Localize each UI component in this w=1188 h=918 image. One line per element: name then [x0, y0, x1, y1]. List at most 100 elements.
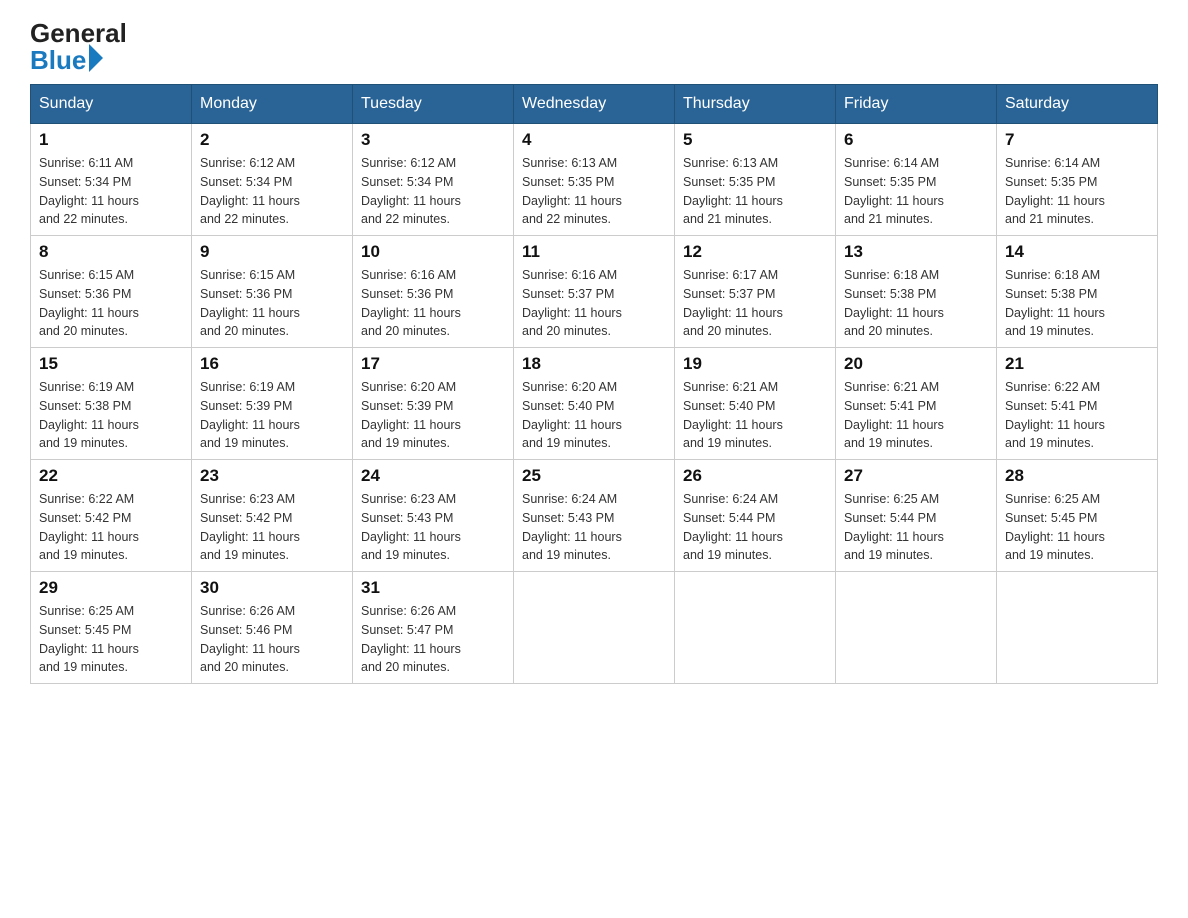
calendar-cell: 17 Sunrise: 6:20 AM Sunset: 5:39 PM Dayl… [353, 348, 514, 460]
calendar-header: Sunday Monday Tuesday Wednesday Thursday… [31, 85, 1158, 124]
calendar-week-row: 1 Sunrise: 6:11 AM Sunset: 5:34 PM Dayli… [31, 124, 1158, 236]
calendar-cell: 27 Sunrise: 6:25 AM Sunset: 5:44 PM Dayl… [836, 460, 997, 572]
header-monday: Monday [192, 85, 353, 124]
day-number: 10 [361, 242, 505, 262]
calendar-cell: 24 Sunrise: 6:23 AM Sunset: 5:43 PM Dayl… [353, 460, 514, 572]
day-info: Sunrise: 6:22 AM Sunset: 5:42 PM Dayligh… [39, 490, 183, 565]
day-info: Sunrise: 6:13 AM Sunset: 5:35 PM Dayligh… [683, 154, 827, 229]
calendar-cell: 26 Sunrise: 6:24 AM Sunset: 5:44 PM Dayl… [675, 460, 836, 572]
calendar-cell: 4 Sunrise: 6:13 AM Sunset: 5:35 PM Dayli… [514, 124, 675, 236]
calendar-cell: 28 Sunrise: 6:25 AM Sunset: 5:45 PM Dayl… [997, 460, 1158, 572]
calendar-cell: 19 Sunrise: 6:21 AM Sunset: 5:40 PM Dayl… [675, 348, 836, 460]
day-info: Sunrise: 6:15 AM Sunset: 5:36 PM Dayligh… [200, 266, 344, 341]
day-info: Sunrise: 6:16 AM Sunset: 5:37 PM Dayligh… [522, 266, 666, 341]
calendar-week-row: 15 Sunrise: 6:19 AM Sunset: 5:38 PM Dayl… [31, 348, 1158, 460]
calendar-week-row: 8 Sunrise: 6:15 AM Sunset: 5:36 PM Dayli… [31, 236, 1158, 348]
day-number: 20 [844, 354, 988, 374]
calendar-cell: 5 Sunrise: 6:13 AM Sunset: 5:35 PM Dayli… [675, 124, 836, 236]
day-info: Sunrise: 6:20 AM Sunset: 5:40 PM Dayligh… [522, 378, 666, 453]
day-number: 8 [39, 242, 183, 262]
calendar-cell: 2 Sunrise: 6:12 AM Sunset: 5:34 PM Dayli… [192, 124, 353, 236]
day-number: 24 [361, 466, 505, 486]
day-info: Sunrise: 6:26 AM Sunset: 5:47 PM Dayligh… [361, 602, 505, 677]
day-info: Sunrise: 6:12 AM Sunset: 5:34 PM Dayligh… [200, 154, 344, 229]
day-info: Sunrise: 6:25 AM Sunset: 5:44 PM Dayligh… [844, 490, 988, 565]
weekday-header-row: Sunday Monday Tuesday Wednesday Thursday… [31, 85, 1158, 124]
calendar-cell: 13 Sunrise: 6:18 AM Sunset: 5:38 PM Dayl… [836, 236, 997, 348]
day-info: Sunrise: 6:20 AM Sunset: 5:39 PM Dayligh… [361, 378, 505, 453]
calendar-cell [675, 572, 836, 684]
calendar-cell: 1 Sunrise: 6:11 AM Sunset: 5:34 PM Dayli… [31, 124, 192, 236]
day-number: 13 [844, 242, 988, 262]
calendar-cell: 9 Sunrise: 6:15 AM Sunset: 5:36 PM Dayli… [192, 236, 353, 348]
calendar-cell: 7 Sunrise: 6:14 AM Sunset: 5:35 PM Dayli… [997, 124, 1158, 236]
calendar-cell: 14 Sunrise: 6:18 AM Sunset: 5:38 PM Dayl… [997, 236, 1158, 348]
calendar-cell: 10 Sunrise: 6:16 AM Sunset: 5:36 PM Dayl… [353, 236, 514, 348]
day-info: Sunrise: 6:17 AM Sunset: 5:37 PM Dayligh… [683, 266, 827, 341]
calendar-cell: 22 Sunrise: 6:22 AM Sunset: 5:42 PM Dayl… [31, 460, 192, 572]
day-info: Sunrise: 6:26 AM Sunset: 5:46 PM Dayligh… [200, 602, 344, 677]
day-number: 1 [39, 130, 183, 150]
logo-triangle-icon [89, 44, 103, 72]
day-number: 31 [361, 578, 505, 598]
day-number: 29 [39, 578, 183, 598]
day-info: Sunrise: 6:19 AM Sunset: 5:38 PM Dayligh… [39, 378, 183, 453]
day-info: Sunrise: 6:24 AM Sunset: 5:43 PM Dayligh… [522, 490, 666, 565]
day-number: 18 [522, 354, 666, 374]
day-info: Sunrise: 6:13 AM Sunset: 5:35 PM Dayligh… [522, 154, 666, 229]
day-number: 5 [683, 130, 827, 150]
day-info: Sunrise: 6:23 AM Sunset: 5:43 PM Dayligh… [361, 490, 505, 565]
calendar-week-row: 29 Sunrise: 6:25 AM Sunset: 5:45 PM Dayl… [31, 572, 1158, 684]
calendar-cell: 12 Sunrise: 6:17 AM Sunset: 5:37 PM Dayl… [675, 236, 836, 348]
calendar-table: Sunday Monday Tuesday Wednesday Thursday… [30, 84, 1158, 684]
day-number: 30 [200, 578, 344, 598]
calendar-cell: 3 Sunrise: 6:12 AM Sunset: 5:34 PM Dayli… [353, 124, 514, 236]
day-number: 26 [683, 466, 827, 486]
day-number: 3 [361, 130, 505, 150]
calendar-cell: 11 Sunrise: 6:16 AM Sunset: 5:37 PM Dayl… [514, 236, 675, 348]
day-info: Sunrise: 6:21 AM Sunset: 5:40 PM Dayligh… [683, 378, 827, 453]
calendar-cell: 29 Sunrise: 6:25 AM Sunset: 5:45 PM Dayl… [31, 572, 192, 684]
day-info: Sunrise: 6:24 AM Sunset: 5:44 PM Dayligh… [683, 490, 827, 565]
day-info: Sunrise: 6:16 AM Sunset: 5:36 PM Dayligh… [361, 266, 505, 341]
calendar-cell [997, 572, 1158, 684]
calendar-cell: 21 Sunrise: 6:22 AM Sunset: 5:41 PM Dayl… [997, 348, 1158, 460]
calendar-cell: 31 Sunrise: 6:26 AM Sunset: 5:47 PM Dayl… [353, 572, 514, 684]
day-number: 19 [683, 354, 827, 374]
logo-general-text: General [30, 20, 127, 46]
day-number: 2 [200, 130, 344, 150]
calendar-cell: 30 Sunrise: 6:26 AM Sunset: 5:46 PM Dayl… [192, 572, 353, 684]
calendar-cell: 18 Sunrise: 6:20 AM Sunset: 5:40 PM Dayl… [514, 348, 675, 460]
day-info: Sunrise: 6:23 AM Sunset: 5:42 PM Dayligh… [200, 490, 344, 565]
day-number: 17 [361, 354, 505, 374]
day-number: 25 [522, 466, 666, 486]
calendar-week-row: 22 Sunrise: 6:22 AM Sunset: 5:42 PM Dayl… [31, 460, 1158, 572]
day-info: Sunrise: 6:22 AM Sunset: 5:41 PM Dayligh… [1005, 378, 1149, 453]
day-number: 22 [39, 466, 183, 486]
calendar-cell [514, 572, 675, 684]
day-info: Sunrise: 6:19 AM Sunset: 5:39 PM Dayligh… [200, 378, 344, 453]
calendar-cell: 6 Sunrise: 6:14 AM Sunset: 5:35 PM Dayli… [836, 124, 997, 236]
day-info: Sunrise: 6:14 AM Sunset: 5:35 PM Dayligh… [1005, 154, 1149, 229]
day-number: 21 [1005, 354, 1149, 374]
day-info: Sunrise: 6:15 AM Sunset: 5:36 PM Dayligh… [39, 266, 183, 341]
day-info: Sunrise: 6:12 AM Sunset: 5:34 PM Dayligh… [361, 154, 505, 229]
day-number: 27 [844, 466, 988, 486]
day-number: 4 [522, 130, 666, 150]
day-number: 28 [1005, 466, 1149, 486]
calendar-cell: 8 Sunrise: 6:15 AM Sunset: 5:36 PM Dayli… [31, 236, 192, 348]
calendar-cell: 25 Sunrise: 6:24 AM Sunset: 5:43 PM Dayl… [514, 460, 675, 572]
day-info: Sunrise: 6:18 AM Sunset: 5:38 PM Dayligh… [1005, 266, 1149, 341]
calendar-cell: 20 Sunrise: 6:21 AM Sunset: 5:41 PM Dayl… [836, 348, 997, 460]
header-tuesday: Tuesday [353, 85, 514, 124]
day-number: 23 [200, 466, 344, 486]
day-number: 16 [200, 354, 344, 374]
calendar-body: 1 Sunrise: 6:11 AM Sunset: 5:34 PM Dayli… [31, 124, 1158, 684]
calendar-cell: 23 Sunrise: 6:23 AM Sunset: 5:42 PM Dayl… [192, 460, 353, 572]
day-info: Sunrise: 6:25 AM Sunset: 5:45 PM Dayligh… [39, 602, 183, 677]
day-info: Sunrise: 6:21 AM Sunset: 5:41 PM Dayligh… [844, 378, 988, 453]
header-friday: Friday [836, 85, 997, 124]
day-info: Sunrise: 6:18 AM Sunset: 5:38 PM Dayligh… [844, 266, 988, 341]
day-number: 12 [683, 242, 827, 262]
day-number: 9 [200, 242, 344, 262]
